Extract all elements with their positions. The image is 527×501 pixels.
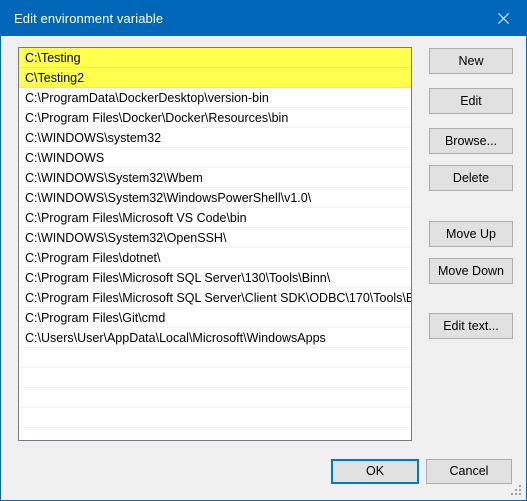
resize-grip-dot [515,489,517,491]
edit-environment-variable-dialog: Edit environment variable C:\Testing C\Te… [0,0,527,501]
list-item-empty[interactable] [19,428,411,440]
ok-button[interactable]: OK [331,459,419,484]
list-item[interactable]: C\Testing2 [19,68,411,88]
list-item[interactable]: C:\Program Files\dotnet\ [19,248,411,268]
list-item-empty[interactable] [19,368,411,388]
list-item[interactable]: C:\WINDOWS\System32\Wbem [19,168,411,188]
list-item-empty[interactable] [19,388,411,408]
list-item-empty[interactable] [19,408,411,428]
list-item[interactable]: C:\Users\User\AppData\Local\Microsoft\Wi… [19,328,411,348]
browse-button[interactable]: Browse... [429,128,513,154]
resize-grip-dot [519,485,521,487]
list-item[interactable]: C:\WINDOWS [19,148,411,168]
resize-grip-icon[interactable] [511,485,523,497]
delete-button[interactable]: Delete [429,165,513,191]
move-down-button[interactable]: Move Down [429,258,513,284]
resize-grip-dot [519,489,521,491]
move-up-button[interactable]: Move Up [429,221,513,247]
list-item[interactable]: C:\Program Files\Docker\Docker\Resources… [19,108,411,128]
list-item[interactable]: C:\WINDOWS\system32 [19,128,411,148]
edit-text-button[interactable]: Edit text... [429,313,513,339]
list-item[interactable]: C:\Testing [19,48,411,68]
list-item[interactable]: C:\WINDOWS\System32\OpenSSH\ [19,228,411,248]
list-item[interactable]: C:\WINDOWS\System32\WindowsPowerShell\v1… [19,188,411,208]
edit-button[interactable]: Edit [429,88,513,114]
list-item[interactable]: C:\Program Files\Git\cmd [19,308,411,328]
path-list[interactable]: C:\Testing C\Testing2 C:\ProgramData\Docke… [18,47,412,441]
new-button[interactable]: New [429,48,513,74]
title-bar: Edit environment variable [1,1,526,36]
resize-grip-dot [515,493,517,495]
list-item[interactable]: C:\ProgramData\DockerDesktop\version-bin [19,88,411,108]
close-icon[interactable] [480,1,526,36]
list-item-empty[interactable] [19,348,411,368]
window-title: Edit environment variable [14,11,164,26]
cancel-button[interactable]: Cancel [426,459,512,484]
resize-grip-dot [511,493,513,495]
list-item[interactable]: C:\Program Files\Microsoft SQL Server\Cl… [19,288,411,308]
list-item[interactable]: C:\Program Files\Microsoft VS Code\bin [19,208,411,228]
list-item[interactable]: C:\Program Files\Microsoft SQL Server\13… [19,268,411,288]
resize-grip-dot [519,493,521,495]
